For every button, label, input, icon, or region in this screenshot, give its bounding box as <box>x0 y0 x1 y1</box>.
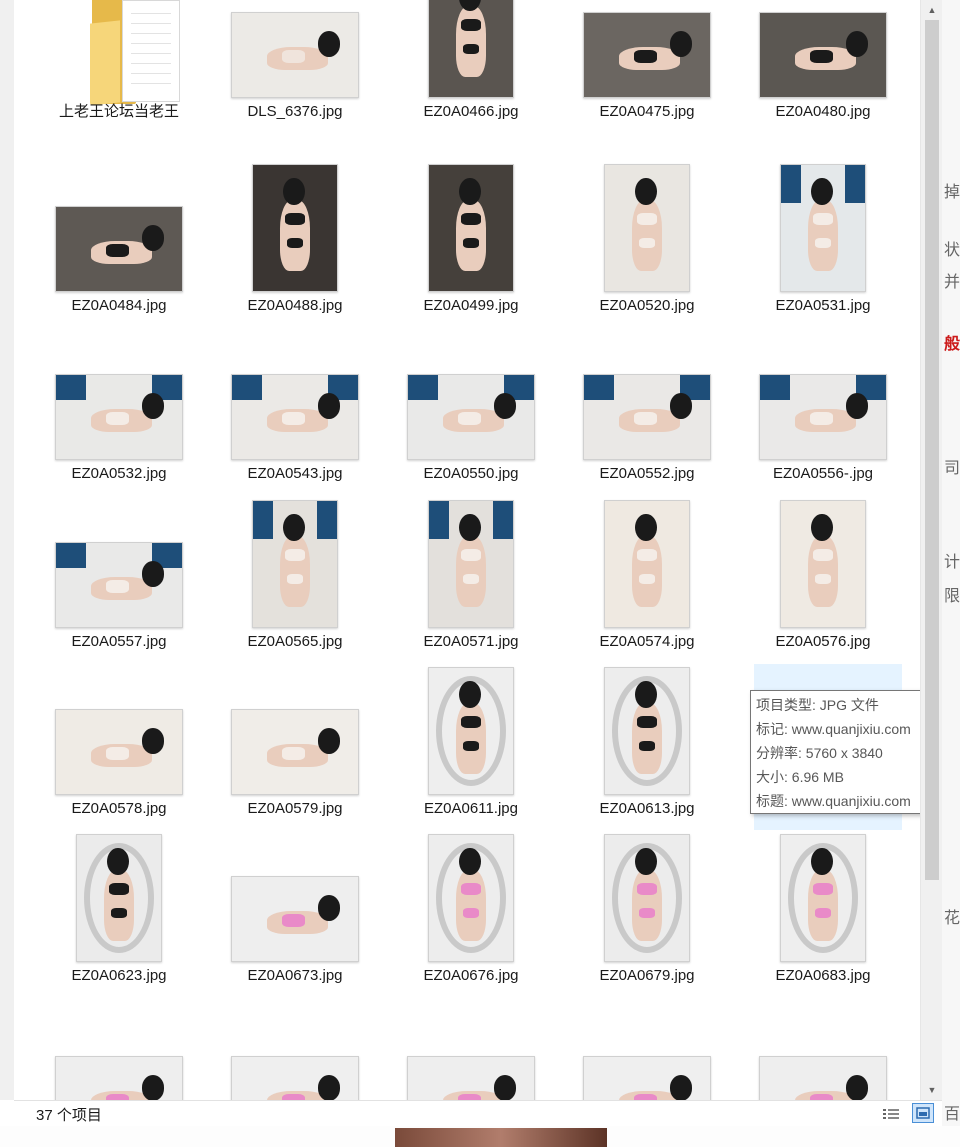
file-item[interactable]: EZ0A0466.jpg <box>396 0 546 148</box>
file-item[interactable]: EZ0A0480.jpg <box>748 0 898 148</box>
image-thumbnail <box>428 500 514 628</box>
file-item[interactable] <box>748 992 898 1100</box>
item-count: 37 个项目 <box>36 1107 102 1124</box>
background-text-fragment: 百 <box>944 1106 960 1123</box>
image-thumbnail <box>252 500 338 628</box>
image-thumbnail <box>231 12 359 98</box>
file-item[interactable]: EZ0A0676.jpg <box>396 812 546 1012</box>
file-name: EZ0A0623.jpg <box>71 967 167 984</box>
background-text-fragment: 花 <box>944 910 960 927</box>
file-name: EZ0A0673.jpg <box>247 967 343 984</box>
image-thumbnail <box>55 709 183 795</box>
image-thumbnail <box>759 12 887 98</box>
large-icons-view-icon[interactable] <box>912 1103 934 1123</box>
image-thumbnail <box>252 164 338 292</box>
file-item[interactable]: EZ0A0475.jpg <box>572 0 722 148</box>
image-thumbnail <box>55 542 183 628</box>
image-thumbnail <box>407 374 535 460</box>
background-text-fragment: 并 <box>944 274 960 291</box>
image-thumbnail <box>428 667 514 795</box>
image-thumbnail <box>55 206 183 292</box>
file-item[interactable]: EZ0A0623.jpg <box>44 812 194 1012</box>
folder-name: 上老王论坛当老王 <box>58 103 179 120</box>
image-thumbnail <box>583 1056 711 1100</box>
window-left-border <box>0 0 15 1100</box>
image-thumbnail <box>604 667 690 795</box>
background-window-strip: 掉状并般司计限花百 <box>942 0 960 1147</box>
image-thumbnail <box>780 500 866 628</box>
image-thumbnail <box>407 1056 535 1100</box>
image-thumbnail <box>231 374 359 460</box>
file-name: DLS_6376.jpg <box>247 103 343 120</box>
image-thumbnail <box>55 1056 183 1100</box>
file-name: EZ0A0480.jpg <box>775 103 871 120</box>
vertical-scrollbar[interactable]: ▲ ▼ <box>920 0 943 1100</box>
file-grid[interactable]: 上老王论坛当老王 DLS_6376.jpg EZ0A0466.jpg EZ0A0475… <box>14 0 920 1100</box>
image-thumbnail <box>231 876 359 962</box>
folder-item[interactable]: 上老王论坛当老王 <box>44 0 194 148</box>
image-thumbnail <box>780 164 866 292</box>
file-item[interactable] <box>396 992 546 1100</box>
details-view-icon[interactable] <box>880 1104 902 1124</box>
file-name: EZ0A0466.jpg <box>423 103 519 120</box>
image-thumbnail <box>759 374 887 460</box>
background-text-fragment: 掉 <box>944 184 960 201</box>
background-text-fragment: 般 <box>944 336 960 353</box>
file-name: EZ0A0683.jpg <box>775 967 871 984</box>
scroll-thumb[interactable] <box>925 20 939 880</box>
background-text-fragment: 司 <box>944 460 960 477</box>
folder-icon <box>90 0 180 106</box>
image-thumbnail <box>55 374 183 460</box>
image-thumbnail <box>583 12 711 98</box>
file-item[interactable] <box>44 992 194 1100</box>
file-item[interactable] <box>572 992 722 1100</box>
image-thumbnail <box>604 164 690 292</box>
image-thumbnail <box>604 500 690 628</box>
background-text-fragment: 限 <box>944 588 960 605</box>
image-thumbnail <box>76 834 162 962</box>
image-thumbnail <box>780 834 866 962</box>
image-thumbnail <box>231 709 359 795</box>
image-thumbnail <box>231 1056 359 1100</box>
scroll-up-arrow-icon[interactable]: ▲ <box>921 0 943 20</box>
image-thumbnail <box>428 164 514 292</box>
image-thumbnail <box>604 834 690 962</box>
background-image-fragment <box>395 1128 607 1147</box>
image-thumbnail <box>583 374 711 460</box>
file-item[interactable]: DLS_6376.jpg <box>220 0 370 148</box>
file-item[interactable]: EZ0A0683.jpg <box>748 812 898 1012</box>
file-name: EZ0A0679.jpg <box>599 967 695 984</box>
file-item[interactable] <box>220 992 370 1100</box>
background-text-fragment: 状 <box>944 242 960 259</box>
image-thumbnail <box>428 0 514 98</box>
background-text-fragment: 计 <box>944 554 960 571</box>
file-name: EZ0A0475.jpg <box>599 103 695 120</box>
file-item[interactable]: EZ0A0679.jpg <box>572 812 722 1012</box>
scroll-down-arrow-icon[interactable]: ▼ <box>921 1080 943 1100</box>
image-thumbnail <box>759 1056 887 1100</box>
file-name: EZ0A0676.jpg <box>423 967 519 984</box>
file-item[interactable]: EZ0A0673.jpg <box>220 812 370 1012</box>
image-thumbnail <box>428 834 514 962</box>
status-bar: 37 个项目 <box>14 1100 942 1127</box>
